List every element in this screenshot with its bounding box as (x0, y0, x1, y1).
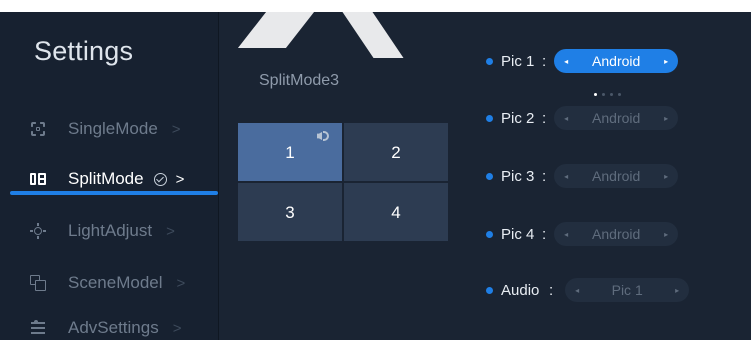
arrow-left-icon[interactable]: ◂ (575, 286, 579, 295)
light-adjust-icon (30, 223, 46, 239)
settings-screen: Settings SingleMode > SplitMode > LightA… (0, 12, 751, 340)
label-colon: : (542, 109, 547, 127)
pic-1-row: Pic 1 : ◂ Android ▸ (486, 49, 679, 73)
pic-label: Pic 4 (501, 225, 535, 243)
layout-cell-2[interactable]: 2 (343, 122, 449, 182)
adv-settings-icon (30, 320, 46, 336)
cell-number: 3 (285, 203, 295, 222)
split-layout-grid: 1 2 3 4 (237, 122, 449, 242)
layout-cell-4[interactable]: 4 (343, 182, 449, 242)
label-colon: : (549, 281, 554, 299)
selector-value: Android (592, 226, 641, 242)
sidebar: Settings SingleMode > SplitMode > LightA… (0, 12, 219, 340)
page-indicator (594, 93, 621, 96)
chevron-right-icon: > (176, 274, 186, 292)
sidebar-item-scene-model[interactable]: SceneModel > (0, 260, 218, 306)
cell-number: 2 (391, 143, 401, 162)
audio-row: Audio : ◂ Pic 1 ▸ (486, 278, 690, 302)
sidebar-item-adv-settings[interactable]: AdvSettings > (0, 305, 218, 340)
pic-3-row: Pic 3 : ◂ Android ▸ (486, 164, 679, 188)
cell-number: 1 (285, 143, 295, 162)
arrow-right-icon[interactable]: ▸ (664, 114, 668, 123)
pic-label: Pic 1 (501, 52, 535, 70)
pic-label: Pic 2 (501, 109, 535, 127)
arrow-left-icon[interactable]: ◂ (564, 172, 568, 181)
pic-2-source-selector[interactable]: ◂ Android ▸ (554, 106, 679, 130)
page-dot (610, 93, 613, 96)
sidebar-item-label: SingleMode (68, 119, 158, 138)
arrow-right-icon[interactable]: ▸ (664, 172, 668, 181)
bullet-dot (486, 230, 493, 238)
audio-source-selector[interactable]: ◂ Pic 1 ▸ (565, 278, 690, 302)
chevron-right-icon: > (172, 319, 182, 337)
sidebar-item-label: SceneModel (68, 273, 163, 292)
pic-label: Pic 3 (501, 167, 535, 185)
selector-value: Android (592, 168, 641, 184)
label-colon: : (542, 52, 547, 70)
pic-1-source-selector[interactable]: ◂ Android ▸ (554, 49, 679, 73)
bullet-dot (486, 172, 493, 180)
watermark-shape (342, 12, 404, 58)
active-item-indicator (10, 191, 218, 195)
selector-value: Android (592, 53, 641, 69)
page-dot (602, 93, 605, 96)
arrow-right-icon[interactable]: ▸ (664, 57, 668, 66)
sidebar-item-label: LightAdjust (68, 221, 153, 240)
bullet-dot (486, 57, 493, 65)
scene-model-icon (30, 275, 46, 291)
label-colon: : (542, 225, 547, 243)
arrow-right-icon[interactable]: ▸ (664, 230, 668, 239)
sidebar-item-label: SplitMode (68, 169, 144, 188)
chevron-right-icon: > (171, 120, 181, 138)
split-mode-icon (30, 171, 46, 187)
cell-number: 4 (391, 203, 401, 222)
arrow-right-icon[interactable]: ▸ (675, 286, 679, 295)
label-colon: : (542, 167, 547, 185)
page-dot (618, 93, 621, 96)
pic-4-source-selector[interactable]: ◂ Android ▸ (554, 222, 679, 246)
sidebar-item-label: AdvSettings (68, 318, 159, 337)
split-mode-title: SplitMode3 (259, 72, 340, 89)
pic-2-row: Pic 2 : ◂ Android ▸ (486, 106, 679, 130)
page-dot (594, 93, 597, 96)
selector-value: Android (592, 110, 641, 126)
sidebar-item-light-adjust[interactable]: LightAdjust > (0, 208, 218, 254)
single-mode-icon (30, 121, 46, 137)
selector-value: Pic 1 (611, 282, 643, 298)
arrow-left-icon[interactable]: ◂ (564, 114, 568, 123)
watermark-shape (237, 12, 315, 48)
bullet-dot (486, 114, 493, 122)
sidebar-item-single-mode[interactable]: SingleMode > (0, 106, 218, 152)
speaker-icon (316, 129, 332, 143)
audio-label: Audio (501, 281, 540, 299)
bullet-dot (486, 286, 493, 294)
layout-cell-1[interactable]: 1 (237, 122, 343, 182)
pic-3-source-selector[interactable]: ◂ Android ▸ (554, 164, 679, 188)
pic-4-row: Pic 4 : ◂ Android ▸ (486, 222, 679, 246)
arrow-left-icon[interactable]: ◂ (564, 230, 568, 239)
layout-cell-3[interactable]: 3 (237, 182, 343, 242)
chevron-right-icon: > (166, 222, 175, 240)
chevron-right-icon: > (175, 170, 185, 188)
arrow-left-icon[interactable]: ◂ (564, 57, 568, 66)
page-title: Settings (34, 36, 134, 66)
check-circle-icon (153, 172, 167, 186)
sidebar-item-split-mode[interactable]: SplitMode > (0, 156, 218, 202)
